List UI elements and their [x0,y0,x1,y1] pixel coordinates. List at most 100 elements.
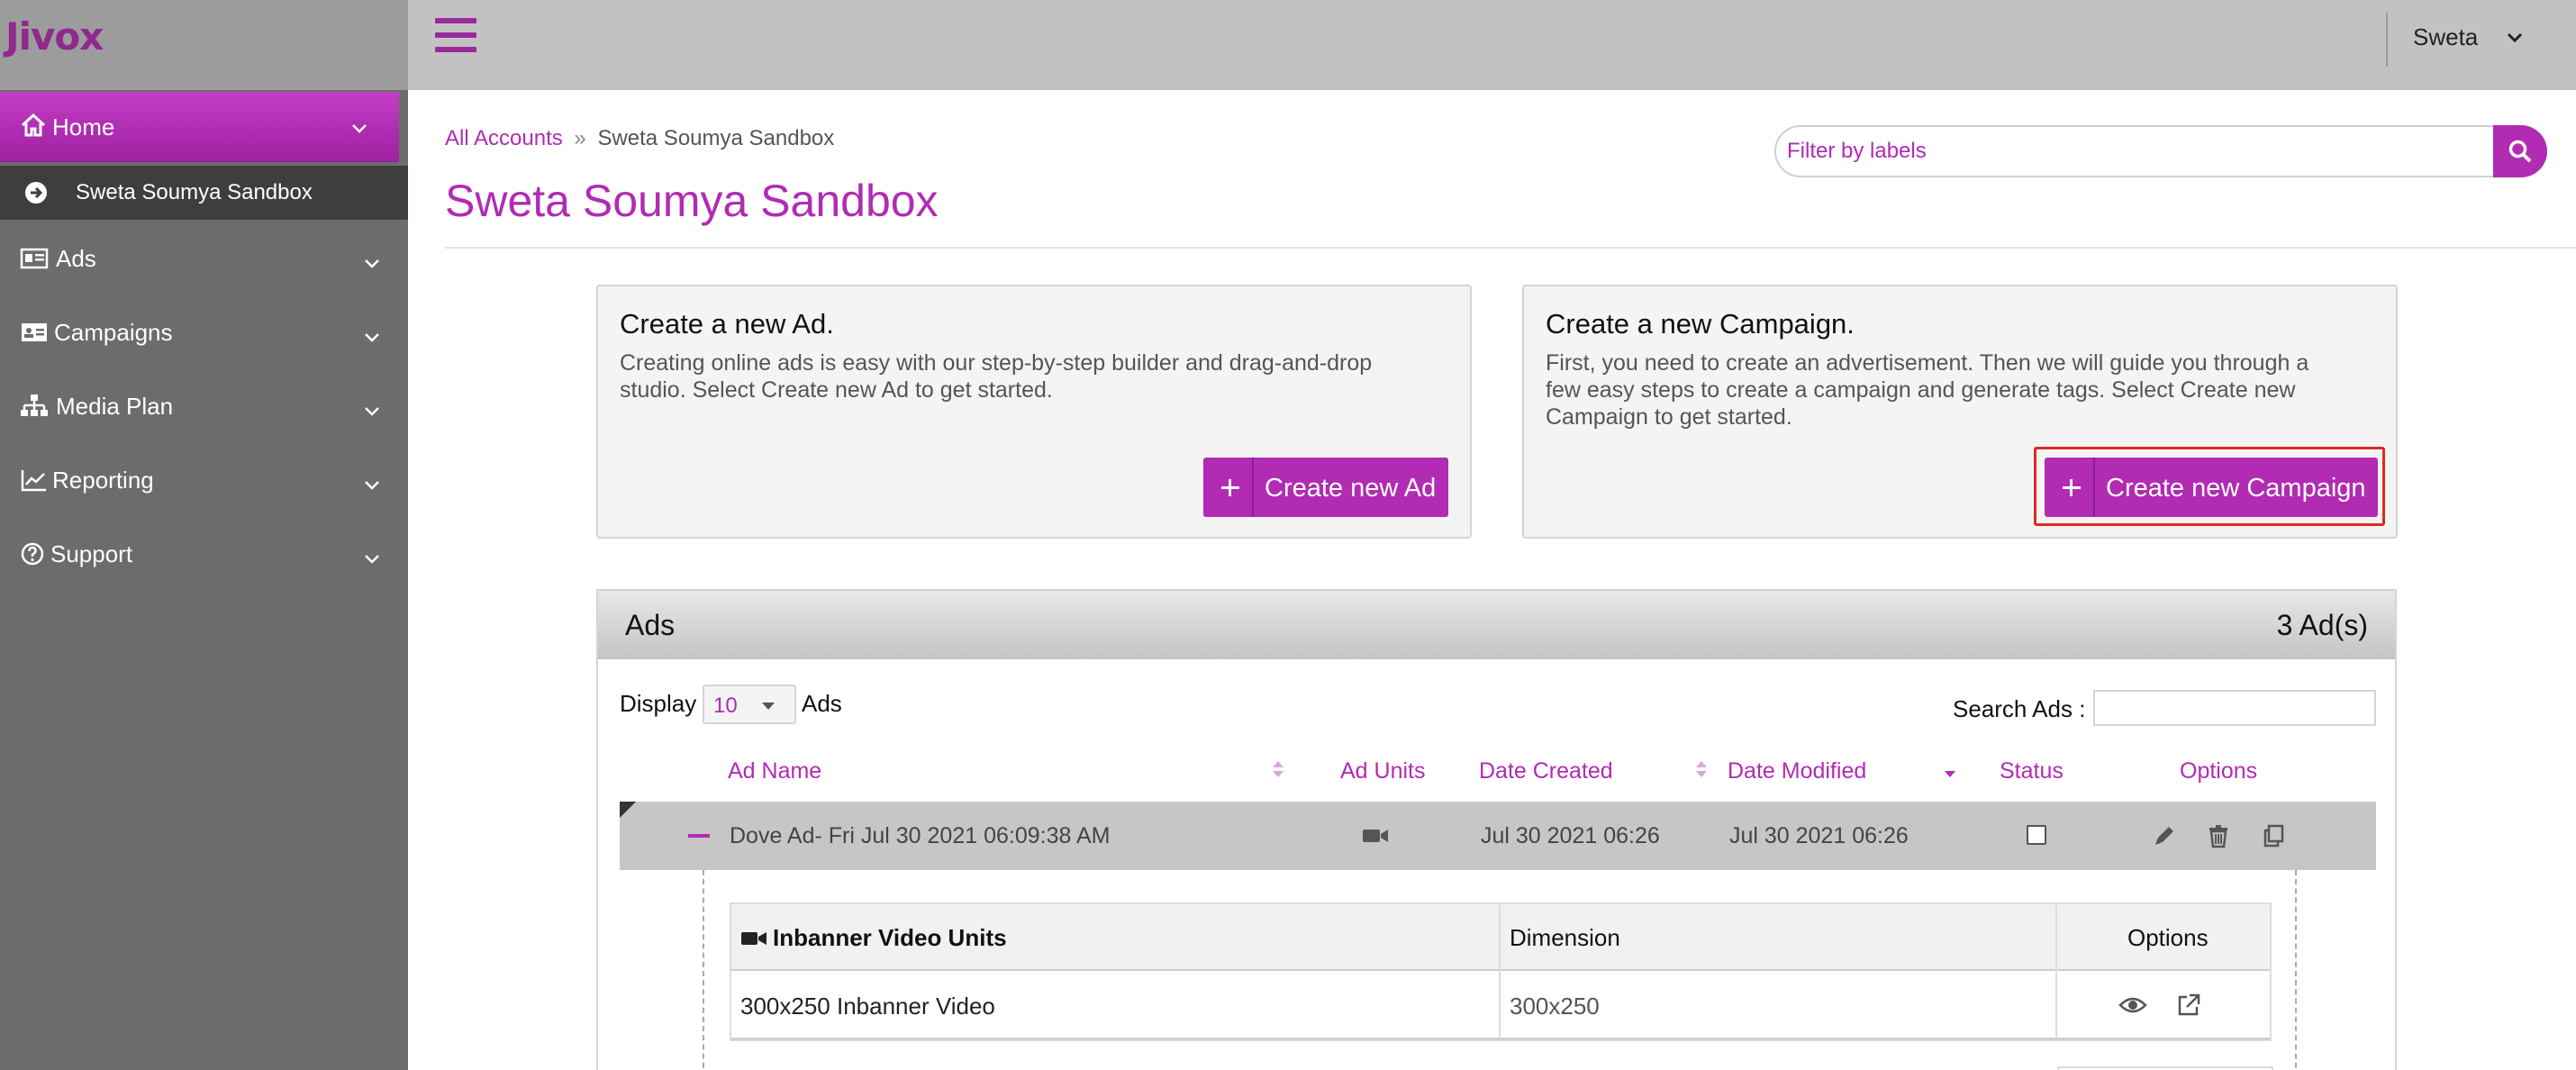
display-label: Display [620,690,697,717]
card-description-line: studio. Select Create new Ad to get star… [620,377,1053,403]
column-header-status: Status [2000,758,2064,784]
card-description: Creating online ads is easy with our ste… [620,349,1372,404]
sidebar-item-home[interactable]: Home [0,92,399,162]
external-link-icon[interactable] [2176,993,2201,1018]
video-camera-icon [1363,830,1388,842]
sidebar-item-campaigns[interactable]: Campaigns [0,297,408,369]
ads-count: 3 Ad(s) [2276,609,2368,641]
create-ad-card: Create a new Ad. Creating online ads is … [596,285,1472,539]
line-chart-icon [21,470,46,492]
sidebar-item-label: Support [50,540,133,567]
chevron-down-icon [365,333,379,342]
row-corner-marker [620,802,636,818]
hamburger-menu-icon[interactable] [435,18,480,59]
card-description: First, you need to create an advertiseme… [1546,349,2308,431]
sidebar-item-ads[interactable]: Ads [0,223,408,295]
sidebar-item-label: Home [52,113,115,141]
sidebar-item-label: Media Plan [56,393,174,420]
sidebar-item-label: Ads [56,245,96,272]
chevron-down-icon [352,124,367,133]
sort-icon[interactable] [1695,758,1708,780]
status-checkbox[interactable] [2027,825,2046,845]
page-title: Sweta Soumya Sandbox [445,176,939,226]
trash-icon[interactable] [2205,823,2232,848]
unit-dimension-cell: 300x250 [1510,993,1600,1020]
search-ads-label: Search Ads : [1953,695,2086,722]
page-size-select[interactable]: 10 [703,685,796,724]
question-circle-icon [21,542,44,566]
units-header-type: Inbanner Video Units [773,924,1007,951]
ad-name-cell: Dove Ad- Fri Jul 30 2021 06:09:38 AM [730,823,1111,848]
page-size-value: 10 [713,694,738,718]
search-ads-input[interactable] [2093,690,2376,726]
display-suffix: Ads [802,690,842,717]
button-label: Create new Ad [1265,474,1437,503]
column-header-date-modified[interactable]: Date Modified [1728,758,1866,784]
sidebar-item-reporting[interactable]: Reporting [0,445,408,517]
collapse-icon[interactable] [688,834,710,838]
sidebar-item-label: Reporting [52,467,154,494]
card-description-line: Campaign to get started. [1546,404,1792,430]
units-header-dimension: Dimension [1510,924,1620,951]
sort-desc-icon[interactable] [1944,758,1956,780]
pagination-peek [2057,1066,2273,1070]
caret-down-icon [762,703,775,710]
ads-panel-title: Ads [625,609,676,641]
plus-icon [1203,458,1254,517]
logo-area: Jivox [0,0,408,90]
date-created-cell: Jul 30 2021 06:26 [1481,823,1660,848]
edit-pencil-icon[interactable] [2151,823,2178,848]
card-description-line: First, you need to create an advertiseme… [1546,350,2309,376]
sidebar-item-media-plan[interactable]: Media Plan [0,371,408,443]
breadcrumb-all-accounts[interactable]: All Accounts [445,126,563,150]
card-title: Create a new Campaign. [1546,308,1855,340]
unit-name-cell: 300x250 Inbanner Video [740,993,995,1020]
chevron-down-icon [365,555,379,564]
card-title: Create a new Ad. [620,308,834,340]
table-row[interactable]: Dove Ad- Fri Jul 30 2021 06:09:38 AM Jul… [620,802,2376,870]
jivox-logo[interactable]: Jivox [5,14,104,59]
column-header-ad-units: Ad Units [1340,758,1426,784]
chevron-down-icon [365,259,379,268]
table-bottom-rule [731,1038,2270,1040]
sidebar-item-support[interactable]: Support [0,519,408,591]
column-header-ad-name[interactable]: Ad Name [728,758,821,784]
column-divider [2055,904,2057,1039]
breadcrumb-separator: » [574,126,586,150]
card-description-line: few easy steps to create a campaign and … [1546,377,2296,403]
filter-labels-field [1774,125,2495,177]
sitemap-icon [21,394,48,416]
sidebar: Jivox Home Sweta Soumya Sandbox Ads Camp… [0,0,408,1070]
column-header-date-created[interactable]: Date Created [1479,758,1613,784]
top-bar: Sweta [408,0,2576,90]
date-modified-cell: Jul 30 2021 06:26 [1729,823,1909,848]
breadcrumb: All Accounts » Sweta Soumya Sandbox [445,126,834,151]
address-card-icon [22,323,47,341]
user-menu[interactable]: Sweta [2413,23,2478,51]
ads-panel-header: Ads 3 Ad(s) [598,591,2395,659]
home-icon [21,113,46,137]
card-description-line: Creating online ads is easy with our ste… [620,350,1373,376]
sidebar-item-label: Campaigns [54,319,173,346]
filter-search-button[interactable] [2493,125,2547,177]
ads-panel: Ads 3 Ad(s) Display 10 Ads Search Ads : … [596,589,2397,1070]
chevron-down-icon [365,407,379,416]
ad-units-table: Inbanner Video Units Dimension Options 3… [730,902,2272,1041]
sidebar-item-sandbox[interactable]: Sweta Soumya Sandbox [0,166,408,220]
copy-icon[interactable] [2261,823,2288,848]
divider [445,247,2576,249]
filter-labels-input[interactable] [1776,127,2493,176]
breadcrumb-current: Sweta Soumya Sandbox [597,126,835,150]
eye-preview-icon[interactable] [2118,994,2147,1016]
column-header-options: Options [2180,758,2258,784]
video-camera-icon [741,932,766,945]
id-card-icon [20,248,49,269]
sort-icon[interactable] [1272,758,1284,780]
create-new-ad-button[interactable]: Create new Ad [1203,458,1448,517]
units-header-options: Options [2127,924,2209,951]
column-divider [1499,904,1501,1039]
chevron-down-icon [365,481,379,490]
highlight-box [2034,447,2385,526]
top-divider [2386,13,2388,67]
chevron-down-icon[interactable] [2507,31,2523,45]
